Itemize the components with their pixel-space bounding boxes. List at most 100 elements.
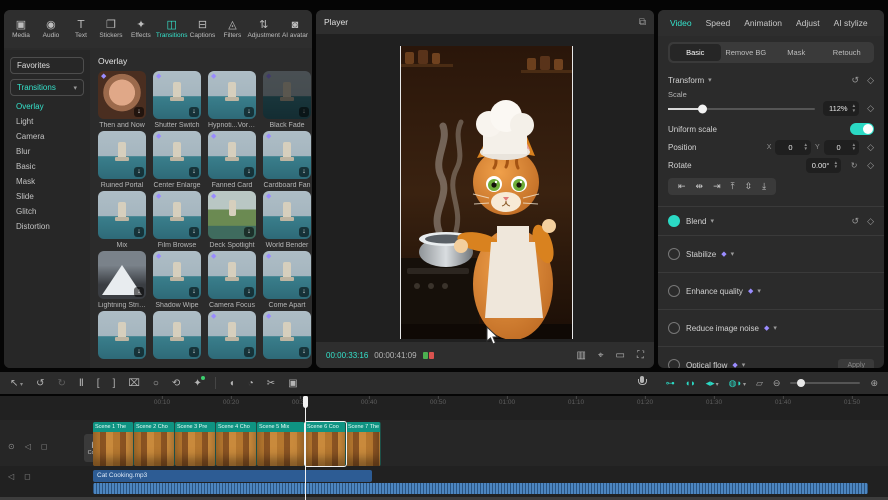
stepper-arrows-icon[interactable]: ▲▼: [852, 104, 856, 113]
trim-right-button[interactable]: ]: [113, 378, 116, 389]
tab-video[interactable]: Video: [670, 18, 692, 28]
transition-tile[interactable]: ◆↓Come Apart: [263, 251, 311, 311]
tab-filters[interactable]: ◬Filters: [217, 19, 247, 39]
rotate-dial-icon[interactable]: ↻: [841, 161, 867, 170]
chevron-down-icon[interactable]: ▾: [742, 361, 746, 368]
transition-tile[interactable]: ◆↓Fanned Card: [208, 131, 256, 191]
align-center-h-icon[interactable]: ⇹: [696, 181, 704, 192]
transition-tile[interactable]: ◆↓: [263, 311, 311, 368]
transition-tile[interactable]: ↓Ruined Portal: [98, 131, 146, 191]
chevron-down-icon[interactable]: ▾: [731, 250, 735, 258]
track-mute-icon[interactable]: ◁: [8, 472, 14, 481]
blend-checkbox[interactable]: [668, 215, 680, 227]
tab-animation[interactable]: Animation: [744, 18, 782, 28]
timeline-clip[interactable]: Scene 7 The: [346, 422, 381, 466]
magnetic-snap-toggle[interactable]: ⊶: [666, 378, 675, 389]
transition-tile[interactable]: ◆↓Black Fade: [263, 71, 311, 131]
transition-tile[interactable]: ◆↓Hypnoti...Vortex: [208, 71, 256, 131]
record-voiceover-button[interactable]: [638, 376, 645, 386]
align-top-icon[interactable]: ⤒: [731, 181, 735, 192]
track-lock-icon[interactable]: ◻: [41, 442, 48, 451]
chevron-down-icon[interactable]: ▾: [710, 217, 714, 225]
enhance-quality-checkbox[interactable]: [668, 285, 680, 297]
stepper-arrows-icon[interactable]: ▲▼: [834, 161, 838, 170]
transition-tile[interactable]: ◆↓Then and Now: [98, 71, 146, 131]
align-bottom-icon[interactable]: ⤓: [762, 181, 766, 192]
tab-captions[interactable]: ⊟Captions: [187, 19, 217, 39]
sidebar-item-blur[interactable]: Blur: [4, 141, 90, 156]
keyframe-icon[interactable]: ◇: [867, 142, 874, 153]
timeline-ruler[interactable]: 00:10 00:20 00:30 00:40 00:50 01:00 01:1…: [0, 396, 888, 412]
redo-button[interactable]: ↻: [57, 378, 65, 389]
tab-ai-avatar[interactable]: ◙AI avatar: [280, 19, 310, 39]
category-dropdown[interactable]: Transitions▾: [10, 79, 84, 96]
sidebar-item-mask[interactable]: Mask: [4, 171, 90, 186]
scale-slider-handle[interactable]: [698, 104, 707, 113]
transition-tile[interactable]: ◆↓Camera Focus: [208, 251, 256, 311]
transition-tile[interactable]: ◆↓: [208, 311, 256, 368]
tab-stickers[interactable]: ❐Stickers: [96, 19, 126, 39]
scale-slider[interactable]: [668, 108, 815, 110]
zoom-out-button[interactable]: ⊖: [773, 378, 781, 389]
playhead[interactable]: [305, 396, 306, 500]
transition-tile[interactable]: ◆↓Film Browse: [153, 191, 201, 251]
fullscreen-icon[interactable]: ⛶: [637, 350, 644, 361]
mute-track-button[interactable]: ◖: [229, 378, 235, 389]
reverse-button[interactable]: ⟲: [172, 378, 180, 389]
keyframe-icon[interactable]: ◇: [867, 160, 874, 171]
align-middle-icon[interactable]: ⇳: [745, 181, 753, 192]
scale-value-stepper[interactable]: 112%▲▼: [823, 101, 859, 116]
music-waveform-clip[interactable]: [93, 483, 868, 494]
timeline-clip[interactable]: Scene 1 The: [93, 422, 134, 466]
preview-axis-button[interactable]: ▱: [756, 378, 763, 389]
transition-tile[interactable]: ↓Lightning Strike: [98, 251, 146, 311]
link-clips-toggle[interactable]: ◖◗: [685, 378, 696, 388]
track-mute-icon[interactable]: ◁: [25, 442, 31, 451]
tab-effects[interactable]: ✦Effects: [126, 19, 156, 39]
tab-ai-stylize[interactable]: AI stylize: [834, 18, 868, 28]
sidebar-item-overlay[interactable]: Overlay: [4, 96, 90, 111]
stepper-arrows-icon[interactable]: ▲▼: [803, 143, 807, 152]
tab-audio[interactable]: ◉Audio: [36, 19, 66, 39]
transition-tile[interactable]: ◆↓Shutter Switch: [153, 71, 201, 131]
timeline-clip[interactable]: Scene 5 Mix: [257, 422, 305, 466]
reduce-noise-checkbox[interactable]: [668, 322, 680, 334]
freeze-frame-button[interactable]: ○: [153, 378, 159, 389]
tab-transitions[interactable]: ◫Transitions: [156, 19, 188, 39]
subtab-basic[interactable]: Basic: [670, 44, 721, 61]
transition-tile[interactable]: ◆↓Shadow Wipe: [153, 251, 201, 311]
uniform-scale-toggle[interactable]: [850, 123, 874, 135]
tab-text[interactable]: ＴText: [66, 19, 96, 39]
tab-speed[interactable]: Speed: [706, 18, 731, 28]
favorites-button[interactable]: Favorites: [10, 57, 84, 74]
keyframe-nav-toggle[interactable]: ◂▸▾: [706, 378, 719, 389]
smart-edit-button[interactable]: ✦: [193, 378, 201, 389]
undo-button[interactable]: ↺: [36, 378, 44, 389]
transition-tile[interactable]: ◆↓Cardboard Fan: [263, 131, 311, 191]
stepper-arrows-icon[interactable]: ▲▼: [852, 143, 856, 152]
sidebar-item-distortion[interactable]: Distortion: [4, 216, 90, 231]
sidebar-item-basic[interactable]: Basic: [4, 156, 90, 171]
focus-icon[interactable]: ⌖: [598, 350, 604, 361]
tab-media[interactable]: ▣Media: [6, 19, 36, 39]
player-menu-icon[interactable]: ⧉: [639, 17, 646, 28]
subtab-mask[interactable]: Mask: [771, 44, 822, 61]
reset-icon[interactable]: ↺: [852, 75, 860, 86]
trim-left-button[interactable]: [: [97, 378, 100, 389]
mirror-icon[interactable]: ▭: [616, 350, 625, 361]
align-left-icon[interactable]: ⇤: [678, 181, 686, 192]
extract-character-button[interactable]: ◔: [248, 378, 254, 389]
tab-adjust[interactable]: Adjust: [796, 18, 820, 28]
subtab-remove-bg[interactable]: Remove BG: [721, 44, 772, 61]
tab-adjustment[interactable]: ⇅Adjustment: [247, 19, 280, 39]
timeline-zoom-slider[interactable]: [790, 382, 860, 384]
audio-meter-toggle[interactable]: ◍◗▾: [729, 378, 746, 389]
zoom-in-button[interactable]: ⊕: [870, 378, 878, 389]
audio-clip[interactable]: Cat Cooking.mp3: [93, 470, 372, 482]
split-button[interactable]: Ⅱ: [79, 378, 84, 389]
reset-icon[interactable]: ↺: [852, 216, 860, 227]
chevron-down-icon[interactable]: ▾: [773, 324, 777, 332]
position-y-stepper[interactable]: 0▲▼: [824, 140, 859, 155]
sidebar-item-glitch[interactable]: Glitch: [4, 201, 90, 216]
chevron-down-icon[interactable]: ▾: [708, 76, 712, 84]
